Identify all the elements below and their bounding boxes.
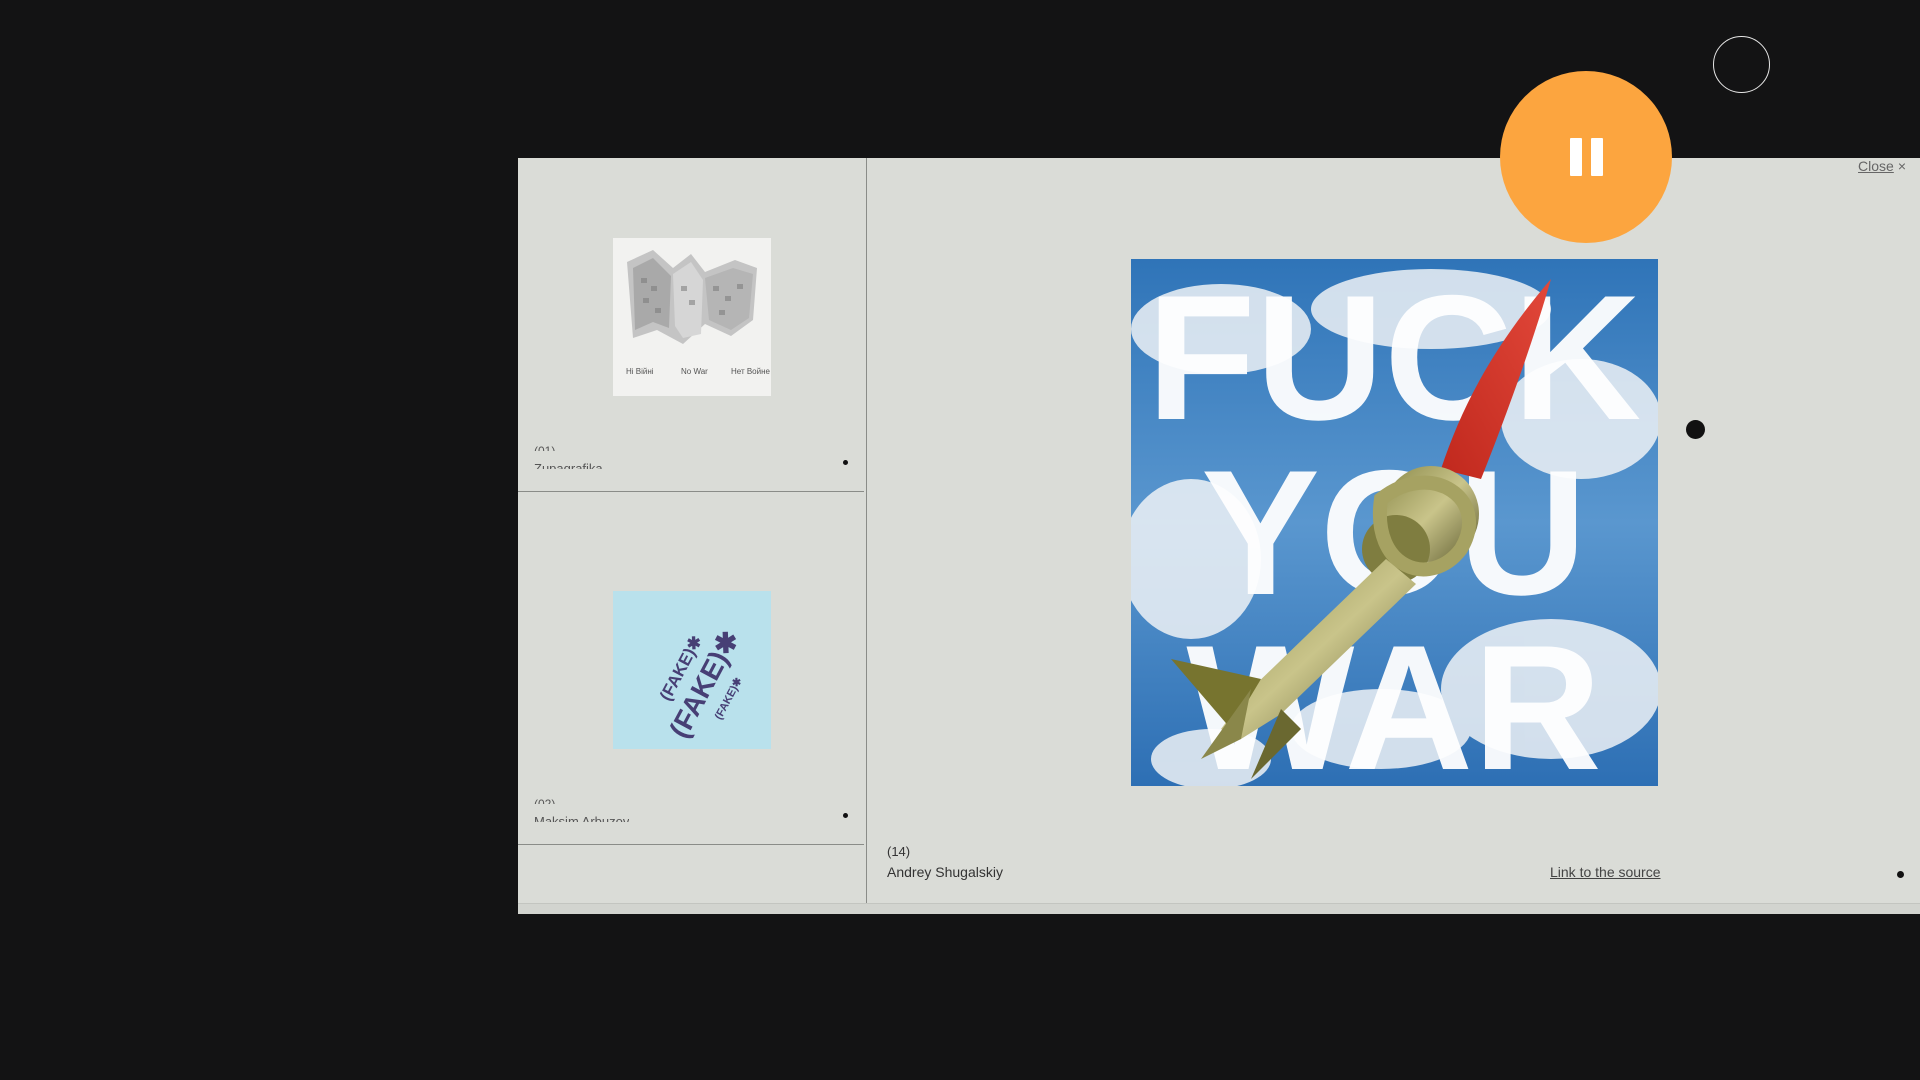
close-button[interactable]: Close × (1858, 158, 1906, 174)
gallery-card-1[interactable]: Ні Війні No War Нет Войне (01) Zupagrafi… (518, 158, 864, 492)
pause-icon-bar-right (1590, 138, 1603, 176)
card-1-thumbnail[interactable]: Ні Війні No War Нет Войне (613, 238, 771, 396)
thumb-caption-3: Нет Войне (731, 367, 771, 376)
card-1-number: (01) (534, 444, 556, 451)
artwork-image: FUCK YOU WAR (1131, 259, 1658, 786)
gallery-sidebar[interactable]: Ні Війні No War Нет Войне (01) Zupagrafi… (518, 158, 867, 914)
card-2-number: (02) (534, 797, 556, 804)
thumb-caption-2: No War (681, 367, 708, 376)
artwork-word-1: FUCK (1147, 259, 1641, 457)
detail-dot (1897, 871, 1904, 878)
gallery-modal: Ні Війні No War Нет Войне (01) Zupagrafi… (518, 158, 1920, 914)
gallery-card-2[interactable]: (FAKE)✱ (FAKE)✱ (FAKE)✱ (02) Maksim Arbu… (518, 492, 864, 845)
cursor-ring (1713, 36, 1770, 93)
card-2-title: Maksim Arbuzov (534, 814, 630, 822)
pause-icon-bar-left (1569, 138, 1582, 176)
card-2-thumbnail[interactable]: (FAKE)✱ (FAKE)✱ (FAKE)✱ (613, 591, 771, 749)
close-icon[interactable]: × (1898, 158, 1906, 174)
cursor-dot-icon (1686, 420, 1705, 439)
thumb-caption-1: Ні Війні (626, 367, 654, 376)
bottom-strip (518, 903, 1920, 914)
pause-button[interactable] (1500, 71, 1672, 243)
card-2-dot (843, 813, 848, 818)
artwork-number: (14) (887, 844, 911, 859)
artwork-detail: Close × FUCK WAR (14) Andrey Shugalskiy … (867, 158, 1920, 914)
card-1-dot (843, 460, 848, 465)
artwork-author: Andrey Shugalskiy (887, 864, 1003, 880)
close-label[interactable]: Close (1858, 158, 1894, 174)
source-link[interactable]: Link to the source (1550, 864, 1661, 880)
card-1-title: Zupagrafika (534, 461, 603, 469)
